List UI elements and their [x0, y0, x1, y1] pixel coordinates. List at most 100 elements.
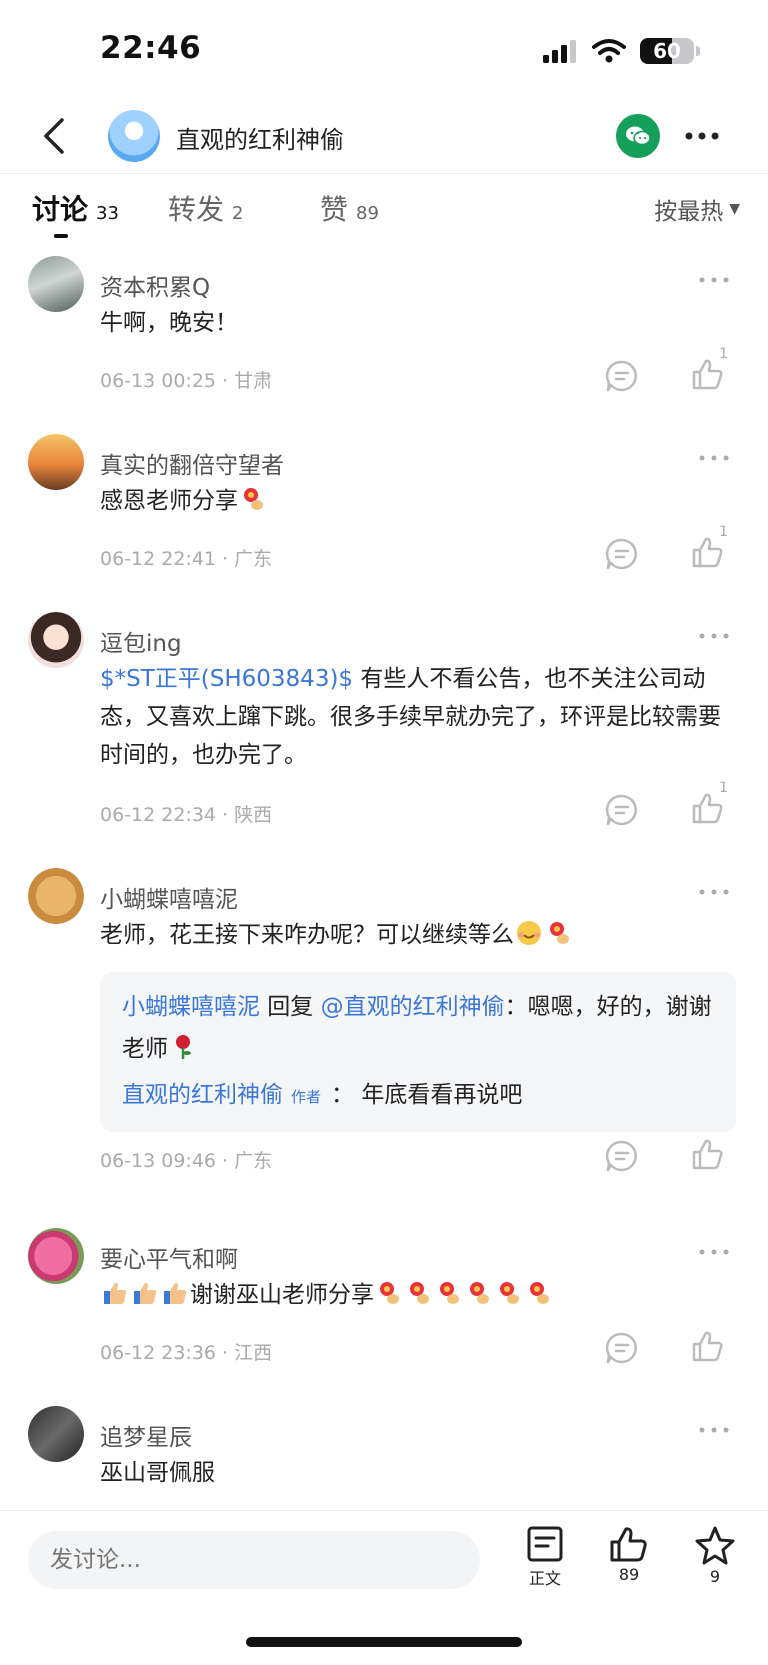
tab-count: 2	[232, 203, 244, 224]
battery-icon: 60	[640, 38, 694, 64]
flower-emoji-icon	[380, 1282, 399, 1304]
comment-text: 牛啊，晚安！	[100, 304, 730, 342]
comment-author[interactable]: 真实的翻倍守望者	[100, 446, 284, 480]
like-button[interactable]: 1	[686, 780, 730, 830]
author-reply-text: ： 年底看看再说吧	[331, 1082, 523, 1108]
comment-text: 巫山哥佩服	[100, 1454, 730, 1492]
avatar[interactable]	[28, 1228, 84, 1284]
article-button[interactable]: 正文	[510, 1525, 580, 1589]
comment-body: 巫山哥佩服	[100, 1460, 215, 1486]
comment-more-button[interactable]	[692, 1238, 736, 1266]
cellular-signal-icon	[543, 40, 576, 63]
comment-more-button[interactable]	[692, 1416, 736, 1444]
like-post-button[interactable]: 89	[594, 1525, 664, 1584]
avatar[interactable]	[28, 256, 84, 312]
comment-body: 感恩老师分享	[100, 488, 238, 514]
like-button[interactable]: 1	[686, 346, 730, 396]
reply-thread[interactable]: 小蝴蝶嘻嘻泥 回复 @直观的红利神偷：嗯嗯，好的，谢谢老师 直观的红利神偷 作者 ：…	[100, 972, 736, 1132]
discussion-input[interactable]	[28, 1531, 480, 1589]
thumbs-up-emoji-icon	[164, 1282, 187, 1304]
comment-author[interactable]: 要心平气和啊	[100, 1240, 238, 1274]
tab-likes[interactable]: 赞 89	[320, 188, 379, 228]
reply-from[interactable]: 小蝴蝶嘻嘻泥	[122, 994, 260, 1020]
comment-body: 牛啊，晚安！	[100, 310, 238, 336]
comment-more-button[interactable]	[692, 878, 736, 906]
like-count: 1	[719, 346, 728, 362]
comment-meta: 06-12 22:41 · 广东	[100, 548, 273, 570]
reply-button[interactable]	[602, 1328, 642, 1368]
flower-emoji-icon	[500, 1282, 519, 1304]
comment-more-button[interactable]	[692, 444, 736, 472]
avatar[interactable]	[28, 868, 84, 924]
author-name[interactable]: 直观的红利神偷	[122, 1082, 283, 1108]
flower-emoji-icon	[470, 1282, 489, 1304]
reply-button[interactable]	[602, 790, 642, 830]
star-icon	[695, 1526, 735, 1565]
favorite-button[interactable]: 9	[680, 1525, 750, 1586]
reply-button[interactable]	[602, 534, 642, 574]
comment-meta: 06-12 23:36 · 江西	[100, 1342, 273, 1364]
article-icon	[527, 1526, 563, 1562]
flower-emoji-icon	[440, 1282, 459, 1304]
back-button[interactable]	[34, 114, 74, 158]
avatar[interactable]	[28, 434, 84, 490]
comment-more-button[interactable]	[692, 266, 736, 294]
reply-verb: 回复	[260, 994, 321, 1020]
more-dots-icon	[699, 277, 729, 283]
reply-button[interactable]	[602, 1136, 642, 1176]
thumbs-up-icon	[692, 793, 723, 824]
tab-discussion[interactable]: 讨论 33	[32, 188, 119, 228]
thumbs-up-emoji-icon	[134, 1282, 157, 1304]
comment-more-button[interactable]	[692, 622, 736, 650]
tab-reposts[interactable]: 转发 2	[168, 188, 243, 228]
favorite-count: 9	[709, 1567, 721, 1586]
more-dots-icon	[699, 1427, 729, 1433]
like-button[interactable]: 1	[686, 524, 730, 574]
author-reply-line: 直观的红利神偷 作者 ： 年底看看再说吧	[122, 1074, 714, 1118]
like-button[interactable]	[686, 1132, 730, 1176]
comment-author[interactable]: 小蝴蝶嘻嘻泥	[100, 880, 238, 914]
tab-count: 89	[356, 203, 379, 224]
sort-dropdown[interactable]: 按最热 ▼	[654, 192, 740, 226]
thumbs-up-icon	[610, 1527, 647, 1562]
reply-button[interactable]	[602, 356, 642, 396]
avatar[interactable]	[28, 1406, 84, 1462]
more-options-button[interactable]	[680, 114, 724, 158]
comment-bubble-icon	[605, 1140, 637, 1172]
comment-meta: 06-12 22:34 · 陕西	[100, 804, 273, 826]
stock-tag-link[interactable]: $*ST正平(SH603843)$	[100, 666, 353, 692]
more-dots-icon	[699, 1249, 729, 1255]
reply-to-mention[interactable]: @直观的红利神偷	[321, 994, 505, 1020]
comment-body: 老师，花王接下来咋办呢？可以继续等么	[100, 922, 514, 948]
more-dots-icon	[699, 633, 729, 639]
page-title[interactable]: 直观的红利神偷	[176, 120, 344, 155]
wechat-icon	[626, 126, 651, 146]
comment-meta: 06-13 09:46 · 广东	[100, 1150, 273, 1172]
comment-text: 老师，花王接下来咋办呢？可以继续等么	[100, 916, 730, 954]
comment-text: 谢谢巫山老师分享	[100, 1276, 730, 1314]
sort-label: 按最热	[654, 199, 724, 225]
like-button[interactable]	[686, 1324, 730, 1368]
comment-bubble-icon	[605, 538, 637, 570]
status-bar: 22:46 60	[0, 0, 768, 100]
more-dots-icon	[699, 455, 729, 461]
article-label: 正文	[528, 1569, 561, 1588]
chevron-left-icon	[44, 118, 64, 154]
wechat-share-button[interactable]	[616, 114, 660, 158]
tab-label: 转发	[168, 193, 225, 226]
comment-author[interactable]: 逗包ing	[100, 624, 182, 658]
comment-bubble-icon	[605, 794, 637, 826]
avatar[interactable]	[28, 612, 84, 668]
comment-body: 谢谢巫山老师分享	[190, 1282, 374, 1308]
author-avatar[interactable]	[108, 110, 160, 162]
comment-author[interactable]: 资本积累Q	[100, 268, 210, 302]
thumbs-up-icon	[692, 1139, 723, 1170]
comment-bubble-icon	[605, 360, 637, 392]
status-icons: 60	[542, 38, 700, 64]
flower-emoji-icon	[530, 1282, 549, 1304]
flower-emoji-icon	[410, 1282, 429, 1304]
active-tab-indicator	[54, 234, 68, 238]
comment-author[interactable]: 追梦星辰	[100, 1418, 192, 1452]
reply-line: 小蝴蝶嘻嘻泥 回复 @直观的红利神偷：嗯嗯，好的，谢谢老师	[122, 986, 714, 1070]
home-indicator	[246, 1637, 522, 1647]
